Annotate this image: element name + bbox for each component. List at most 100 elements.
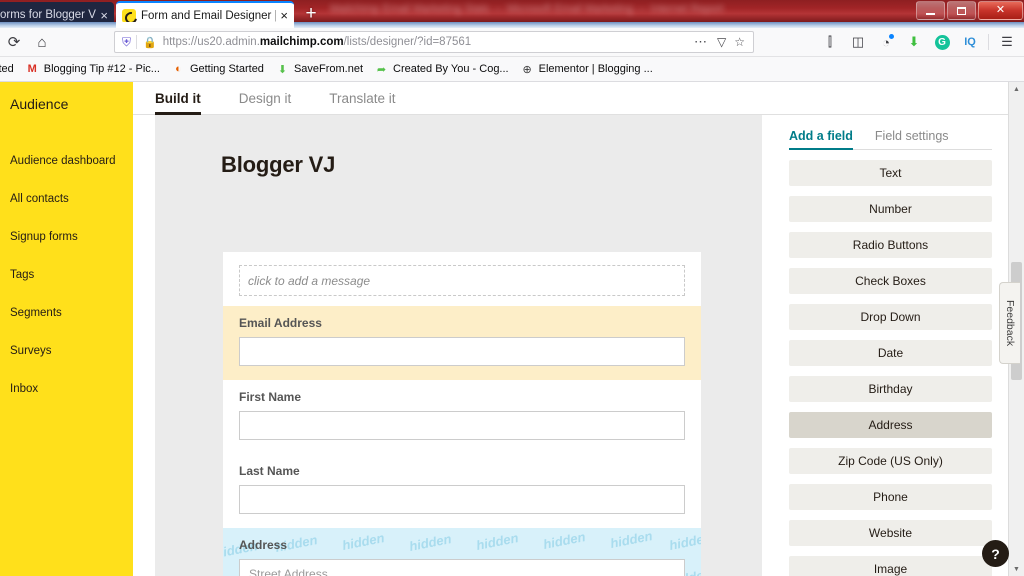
browser-tab-2-close-icon[interactable]: × [276,8,288,23]
feedback-tab-label: Feedback [1004,299,1016,347]
last-name-input[interactable] [239,485,685,514]
field-label: Last Name [239,464,300,478]
globe-icon: ⊕ [522,63,532,76]
sidebar-icon[interactable]: ◫ [845,30,871,54]
bookmark-item-3[interactable]: ⬇ SaveFrom.net [270,63,369,76]
feedback-tab[interactable]: Feedback [999,282,1020,364]
bookmarks-bar: ited M Blogging Tip #12 - Pic... ◐ Getti… [0,57,1024,82]
add-field-image-button[interactable]: Image [789,556,992,576]
bookmark-label: SaveFrom.net [293,63,364,75]
add-field-text-button[interactable]: Text [789,160,992,186]
email-address-input[interactable] [239,337,685,366]
url-text: https://us20.admin.mailchimp.com/lists/d… [163,36,689,48]
first-name-input[interactable] [239,411,685,440]
add-field-phone-button[interactable]: Phone [789,484,992,510]
maximize-button[interactable] [947,1,976,20]
sidebar-item-inbox[interactable]: Inbox [0,370,133,408]
field-label: Email Address [239,316,322,330]
browser-tab-2-title: Form and Email Designer | Mail [141,9,277,22]
add-field-radio-buttons-button[interactable]: Radio Buttons [789,232,992,258]
hamburger-menu-icon[interactable]: ☰ [994,30,1020,54]
library-icon[interactable]: ⫿ [817,30,843,54]
window-title-text: Mailchimp Email Marketing Stats — Micros… [330,3,724,15]
form-field-first-name[interactable]: First Name [223,380,701,454]
signup-form-card: click to add a message Email Address Fir… [223,252,701,576]
bookmark-label: Elementor | Blogging ... [538,63,653,75]
sidebar-item-all-contacts[interactable]: All contacts [0,180,133,218]
url-path: /lists/designer/?id=87561 [343,36,472,48]
street-address-input[interactable]: Street Address [239,559,685,576]
scroll-up-arrow-icon[interactable]: ▲ [1009,82,1024,96]
sidebar-item-segments[interactable]: Segments [0,294,133,332]
add-field-address-button[interactable]: Address [789,412,992,438]
arrow-icon: ➦ [376,63,387,76]
bookmark-item-2[interactable]: ◐ Getting Started [166,63,270,76]
bookmark-item-4[interactable]: ➦ Created By You - Cog... [369,63,515,76]
bookmark-label: Created By You - Cog... [393,63,509,75]
browser-navigation-bar: ⟳ ⌂ ⛨ 🔒 https://us20.admin.mailchimp.com… [0,28,1024,57]
form-title: Blogger VJ [221,152,336,177]
form-preview-canvas: Blogger VJ click to add a message Email … [155,115,762,576]
sidebar-item-tags[interactable]: Tags [0,256,133,294]
minimize-button[interactable] [916,1,945,20]
field-label: First Name [239,390,302,404]
form-message-placeholder[interactable]: click to add a message [239,265,685,296]
add-field-check-boxes-button[interactable]: Check Boxes [789,268,992,294]
sidebar-title: Audience [10,96,69,112]
sidebar-item-audience-dashboard[interactable]: Audience dashboard [0,142,133,180]
bookmark-label: Getting Started [189,63,264,75]
field-tools-panel: Add a field Field settings Text Number R… [773,115,1008,576]
toolbar-extensions: ⫿ ◫ ◔ ⬇ G IQ ☰ [817,30,1020,54]
pocket-icon[interactable]: ▽ [713,35,730,49]
bookmark-star-icon[interactable]: ☆ [730,35,749,49]
home-icon[interactable]: ⌂ [28,30,56,54]
grammarly-extension-icon[interactable]: G [929,30,955,54]
add-field-date-button[interactable]: Date [789,340,992,366]
sidebar-item-signup-forms[interactable]: Signup forms [0,218,133,256]
account-icon[interactable]: ◔ [873,30,899,54]
window-controls: ✕ [916,0,1024,21]
bookmark-item-1[interactable]: M Blogging Tip #12 - Pic... [20,63,166,76]
scroll-down-arrow-icon[interactable]: ▼ [1009,562,1024,576]
download-arrow-icon: ⬇ [277,63,288,76]
toolbar-divider [988,34,989,50]
form-field-last-name[interactable]: Last Name [223,454,701,528]
add-field-website-button[interactable]: Website [789,520,992,546]
url-prefix: https://us20.admin. [162,36,260,48]
sidebar-item-surveys[interactable]: Surveys [0,332,133,370]
help-button[interactable]: ? [982,540,1009,567]
bookmark-label: Blogging Tip #12 - Pic... [43,63,160,75]
field-label: Address [239,538,288,552]
downloads-icon[interactable]: ⬇ [901,30,927,54]
url-domain: mailchimp.com [259,36,344,48]
bookmark-item-5[interactable]: ⊕ Elementor | Blogging ... [515,63,659,76]
tab-add-a-field[interactable]: Add a field [789,129,853,150]
form-field-address[interactable]: hidden hidden hidden hidden hidden hidde… [223,528,701,576]
add-field-zip-code-button[interactable]: Zip Code (US Only) [789,448,992,474]
panel-tab-bar: Add a field Field settings [789,115,992,150]
add-field-birthday-button[interactable]: Birthday [789,376,992,402]
firefox-icon: ◐ [175,63,182,75]
page-actions-icon[interactable]: ⋯ [689,34,713,50]
designer-tab-bar: Build it Design it Translate it [133,82,1008,116]
browser-tab-1-close-icon[interactable]: × [96,8,108,23]
iq-extension-icon[interactable]: IQ [957,30,983,54]
reload-icon[interactable]: ⟳ [0,30,28,54]
tab-build-it[interactable]: Build it [155,82,201,116]
browser-tab-1-title: orms for Blogger VJ | M [0,9,96,21]
tab-design-it[interactable]: Design it [239,82,292,115]
add-field-drop-down-button[interactable]: Drop Down [789,304,992,330]
add-field-number-button[interactable]: Number [789,196,992,222]
lock-icon[interactable]: 🔒 [137,36,163,49]
audience-sidebar: Audience Audience dashboard All contacts… [0,82,133,576]
mailchimp-favicon-icon [122,8,136,23]
tracking-shield-icon[interactable]: ⛨ [119,35,136,50]
tab-field-settings[interactable]: Field settings [875,129,949,149]
bookmark-item-0[interactable]: ited [0,63,20,75]
close-window-button[interactable]: ✕ [978,1,1023,20]
bookmark-label: ited [0,63,14,75]
tab-translate-it[interactable]: Translate it [329,82,395,115]
form-field-email-address[interactable]: Email Address [223,306,701,380]
address-bar[interactable]: ⛨ 🔒 https://us20.admin.mailchimp.com/lis… [114,31,754,53]
account-badge-dot [889,34,894,39]
